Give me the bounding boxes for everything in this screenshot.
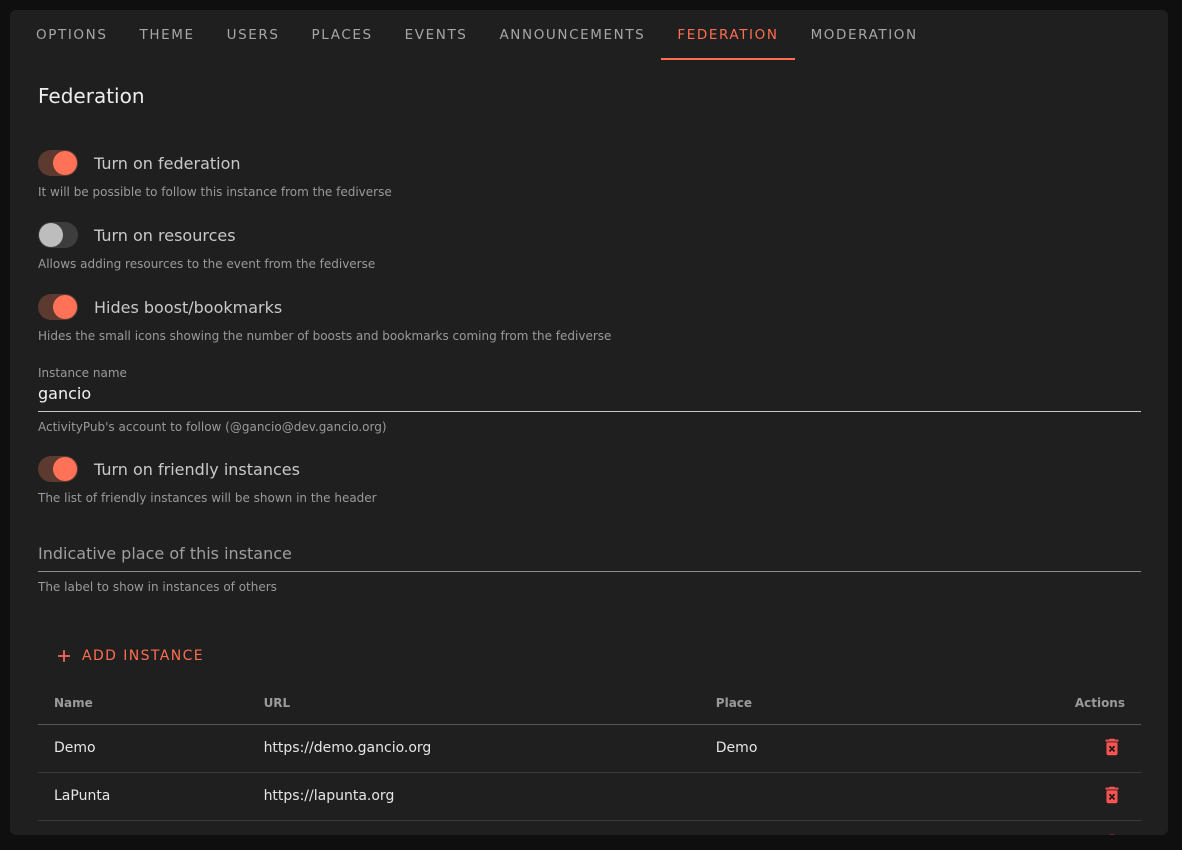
hide-boosts-toggle[interactable] <box>38 294 78 320</box>
instance-url-cell: https://demo.gancio.org <box>248 724 700 772</box>
friendly-instances-toggle[interactable] <box>38 456 78 482</box>
instance-name-hint: ActivityPub's account to follow (@gancio… <box>38 420 1141 434</box>
instance-name-field-group: Instance name ActivityPub's account to f… <box>38 366 1141 434</box>
tab-events[interactable]: EVENTS <box>389 10 484 60</box>
friendly-instances-toggle-hint: The list of friendly instances will be s… <box>38 491 1141 505</box>
tab-places[interactable]: PLACES <box>296 10 389 60</box>
setting-turn-on-resources: Turn on resources Allows adding resource… <box>38 222 1141 271</box>
trash-icon <box>1101 832 1123 835</box>
instance-name-label: Instance name <box>38 366 1141 380</box>
setting-friendly-instances: Turn on friendly instances The list of f… <box>38 456 1141 505</box>
delete-instance-button[interactable] <box>1099 734 1125 760</box>
hide-boosts-toggle-thumb <box>53 295 77 319</box>
instance-place-cell: Demo <box>700 724 1047 772</box>
federation-settings-panel: Federation Turn on federation It will be… <box>10 60 1168 835</box>
instance-place-cell: Torino <box>700 820 1047 835</box>
instance-url-cell: https://gancio.cisti.org <box>248 820 700 835</box>
instance-place-underline <box>38 571 1141 572</box>
setting-hide-boosts: Hides boost/bookmarks Hides the small ic… <box>38 294 1141 343</box>
trash-icon <box>1101 784 1123 806</box>
tab-announcements[interactable]: ANNOUNCEMENTS <box>483 10 661 60</box>
admin-tabbar: OPTIONS THEME USERS PLACES EVENTS ANNOUN… <box>10 10 1168 60</box>
tab-options[interactable]: OPTIONS <box>20 10 124 60</box>
instances-table-header-row: Name URL Place Actions <box>38 682 1141 724</box>
column-header-url: URL <box>248 682 700 724</box>
friendly-instances-toggle-thumb <box>53 457 77 481</box>
trash-icon <box>1101 736 1123 758</box>
delete-instance-button[interactable] <box>1099 830 1125 835</box>
table-row: LaPunta https://lapunta.org <box>38 772 1141 820</box>
column-header-name: Name <box>38 682 248 724</box>
instances-table: Name URL Place Actions Demo https://demo… <box>38 682 1141 835</box>
instance-name-cell: Demo <box>38 724 248 772</box>
federation-toggle-hint: It will be possible to follow this insta… <box>38 185 1141 199</box>
instance-name-input[interactable] <box>38 382 1141 411</box>
instance-place-input[interactable] <box>38 542 1141 571</box>
instance-place-field-group: The label to show in instances of others <box>38 542 1141 594</box>
instance-url-cell: https://lapunta.org <box>248 772 700 820</box>
instance-name-cell: Gancio <box>38 820 248 835</box>
instance-name-underline <box>38 411 1141 412</box>
resources-toggle-thumb <box>39 223 63 247</box>
resources-toggle[interactable] <box>38 222 78 248</box>
hide-boosts-toggle-label: Hides boost/bookmarks <box>94 298 282 317</box>
instance-name-cell: LaPunta <box>38 772 248 820</box>
tab-moderation[interactable]: MODERATION <box>795 10 934 60</box>
delete-instance-button[interactable] <box>1099 782 1125 808</box>
federation-toggle-label: Turn on federation <box>94 154 241 173</box>
federation-toggle[interactable] <box>38 150 78 176</box>
tab-theme[interactable]: THEME <box>124 10 211 60</box>
tab-users[interactable]: USERS <box>211 10 296 60</box>
federation-toggle-thumb <box>53 151 77 175</box>
plus-icon <box>54 646 74 666</box>
setting-turn-on-federation: Turn on federation It will be possible t… <box>38 150 1141 199</box>
tab-federation[interactable]: FEDERATION <box>661 10 794 60</box>
admin-panel-card: OPTIONS THEME USERS PLACES EVENTS ANNOUN… <box>10 10 1168 835</box>
instance-place-cell <box>700 772 1047 820</box>
resources-toggle-hint: Allows adding resources to the event fro… <box>38 257 1141 271</box>
table-row: Demo https://demo.gancio.org Demo <box>38 724 1141 772</box>
instance-place-hint: The label to show in instances of others <box>38 580 1141 594</box>
add-instance-button-label: ADD INSTANCE <box>82 648 204 664</box>
column-header-actions: Actions <box>1047 682 1141 724</box>
friendly-instances-toggle-label: Turn on friendly instances <box>94 460 300 479</box>
resources-toggle-label: Turn on resources <box>94 226 236 245</box>
column-header-place: Place <box>700 682 1047 724</box>
add-instance-button[interactable]: ADD INSTANCE <box>46 640 212 672</box>
page-title: Federation <box>38 84 1141 108</box>
hide-boosts-toggle-hint: Hides the small icons showing the number… <box>38 329 1141 343</box>
table-row: Gancio https://gancio.cisti.org Torino <box>38 820 1141 835</box>
